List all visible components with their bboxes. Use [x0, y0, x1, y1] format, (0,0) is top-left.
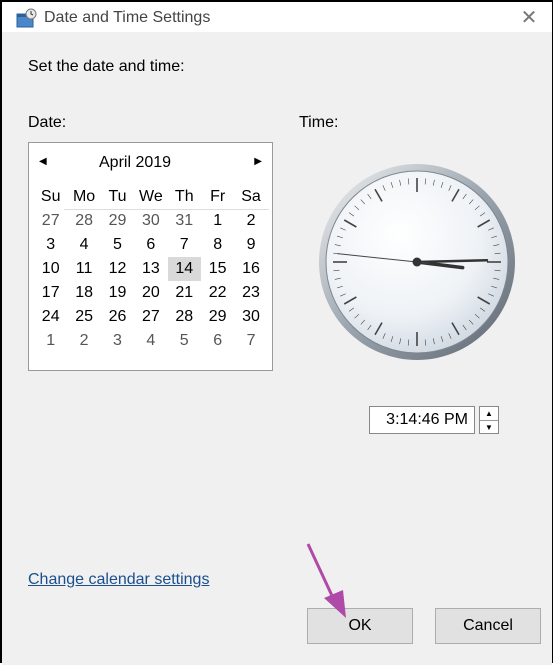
spin-up-icon[interactable]: ▲: [480, 407, 498, 421]
calendar-header: ◀ April 2019 ▶: [29, 143, 272, 183]
calendar-day[interactable]: 5: [101, 233, 134, 257]
instruction-text: Set the date and time:: [28, 58, 185, 75]
calendar-day[interactable]: 7: [234, 329, 267, 353]
calendar-day[interactable]: 3: [101, 329, 134, 353]
next-month-icon[interactable]: ▶: [254, 156, 262, 167]
calendar-day[interactable]: 28: [168, 305, 201, 329]
calendar-day[interactable]: 30: [234, 305, 267, 329]
calendar-day[interactable]: 10: [34, 257, 67, 281]
weekday-label: Sa: [241, 188, 261, 205]
calendar-day[interactable]: 18: [67, 281, 100, 305]
calendar-day[interactable]: 23: [234, 281, 267, 305]
cancel-button-label: Cancel: [463, 617, 513, 634]
date-label: Date:: [28, 114, 67, 131]
title-bar: Date and Time Settings ✕: [2, 2, 552, 32]
weekday-label: Th: [174, 188, 194, 205]
calendar-day[interactable]: 22: [201, 281, 234, 305]
calendar-day[interactable]: 6: [134, 233, 167, 257]
weekday-label: Tu: [108, 188, 127, 205]
close-button[interactable]: ✕: [506, 2, 552, 32]
calendar-week-row: 27 28 29 30 31 1 2: [34, 209, 268, 233]
calendar-day[interactable]: 28: [67, 209, 100, 233]
time-spinner[interactable]: ▲ ▼: [479, 406, 499, 434]
calendar-day[interactable]: 29: [201, 305, 234, 329]
calendar-day[interactable]: 4: [67, 233, 100, 257]
weekday-label: Mo: [72, 188, 96, 205]
calendar-day[interactable]: 6: [201, 329, 234, 353]
spin-down-icon[interactable]: ▼: [480, 421, 498, 434]
calendar-day[interactable]: 27: [34, 209, 67, 233]
calendar-week-row: 10 11 12 13 14 15 16: [34, 257, 268, 281]
calendar-day[interactable]: 26: [101, 305, 134, 329]
calendar-week-row: 3 4 5 6 7 8 9: [34, 233, 268, 257]
clock-center: [412, 257, 422, 267]
time-label: Time:: [299, 114, 339, 131]
calendar-day[interactable]: 3: [34, 233, 67, 257]
date-time-dialog: Date and Time Settings ✕ Set the date an…: [0, 0, 553, 665]
calendar-day[interactable]: 17: [34, 281, 67, 305]
calendar-day[interactable]: 21: [168, 281, 201, 305]
calendar-week-row: 24 25 26 27 28 29 30: [34, 305, 268, 329]
calendar-day[interactable]: 1: [201, 209, 234, 233]
calendar-day[interactable]: 30: [134, 209, 167, 233]
calendar-day[interactable]: 4: [134, 329, 167, 353]
window-title: Date and Time Settings: [44, 9, 211, 26]
calendar-day[interactable]: 2: [234, 209, 267, 233]
change-calendar-settings-link[interactable]: Change calendar settings: [28, 571, 209, 589]
calendar-day[interactable]: 31: [168, 209, 201, 233]
cancel-button[interactable]: Cancel: [435, 608, 541, 644]
calendar-day[interactable]: 29: [101, 209, 134, 233]
calendar-week-row: 1 2 3 4 5 6 7: [34, 329, 268, 353]
calendar-grid: Su Mo Tu We Th Fr Sa 27 28 29 30 31 1 2 …: [34, 185, 268, 353]
calendar[interactable]: ◀ April 2019 ▶ Su Mo Tu We Th Fr Sa 27 2…: [28, 142, 273, 371]
calendar-day-selected[interactable]: 14: [167, 257, 201, 281]
weekday-label: We: [139, 188, 163, 205]
calendar-day[interactable]: 13: [134, 257, 167, 281]
calendar-day[interactable]: 7: [168, 233, 201, 257]
calendar-day[interactable]: 27: [134, 305, 167, 329]
analog-clock: [319, 164, 515, 360]
weekday-label: Fr: [210, 188, 226, 205]
calendar-day[interactable]: 19: [101, 281, 134, 305]
weekday-label: Su: [40, 188, 61, 205]
calendar-day[interactable]: 25: [67, 305, 100, 329]
annotation-arrow-icon: [306, 543, 346, 618]
month-year-label[interactable]: April 2019: [99, 154, 171, 172]
time-input[interactable]: 3:14:46 PM: [369, 406, 475, 434]
calendar-day[interactable]: 16: [234, 257, 267, 281]
calendar-day[interactable]: 12: [101, 257, 134, 281]
calendar-week-row: 17 18 19 20 21 22 23: [34, 281, 268, 305]
calendar-day[interactable]: 2: [67, 329, 100, 353]
calendar-day[interactable]: 20: [134, 281, 167, 305]
calendar-day[interactable]: 24: [34, 305, 67, 329]
calendar-day[interactable]: 11: [67, 257, 100, 281]
clock-minute-hand: [415, 259, 489, 264]
calendar-day[interactable]: 15: [201, 257, 234, 281]
calendar-day[interactable]: 1: [34, 329, 67, 353]
previous-month-icon[interactable]: ◀: [39, 156, 47, 167]
calendar-day[interactable]: 5: [168, 329, 201, 353]
calendar-day[interactable]: 9: [234, 233, 267, 257]
weekday-header-row: Su Mo Tu We Th Fr Sa: [34, 185, 268, 209]
calendar-day[interactable]: 8: [201, 233, 234, 257]
close-icon: ✕: [520, 6, 538, 29]
date-time-settings-icon: [16, 8, 37, 28]
